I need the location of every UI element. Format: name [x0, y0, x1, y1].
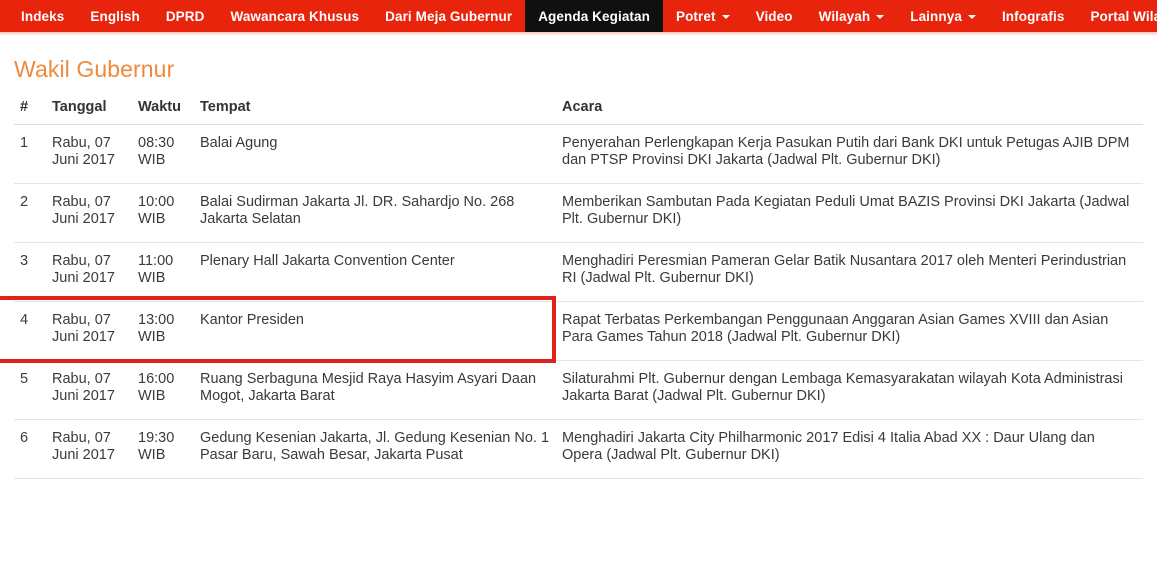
nav-item-label: Wilayah: [818, 8, 871, 24]
column-header-acara: Acara: [556, 99, 1143, 125]
cell-tempat: Ruang Serbaguna Mesjid Raya Hasyim Asyar…: [194, 360, 556, 420]
cell-tanggal: Rabu, 07 Juni 2017: [46, 183, 132, 243]
nav-item-label: Video: [755, 8, 793, 24]
nav-item-label: Infografis: [1001, 8, 1065, 24]
nav-item-label: Dari Meja Gubernur: [385, 8, 513, 24]
cell-number: 1: [14, 124, 46, 184]
column-header-tempat: Tempat: [194, 99, 556, 125]
cell-waktu: 16:00 WIB: [132, 360, 194, 420]
cell-tempat: Balai Agung: [194, 124, 556, 184]
cell-waktu: 19:30 WIB: [132, 419, 194, 479]
chevron-down-icon: [721, 15, 730, 19]
cell-waktu: 10:00 WIB: [132, 183, 194, 243]
column-header-number: #: [14, 99, 46, 125]
table-row[interactable]: 6 Rabu, 07 Juni 2017 19:30 WIB Gedung Kesen…: [14, 419, 1143, 479]
table-head: # Tanggal Waktu Tempat Acara: [14, 99, 1143, 125]
cell-number: 3: [14, 242, 46, 302]
page-title: Wakil Gubernur: [14, 56, 175, 82]
agenda-table: # Tanggal Waktu Tempat Acara 1 Rabu, 07 J…: [14, 99, 1143, 479]
cell-tanggal: Rabu, 07 Juni 2017: [46, 419, 132, 479]
cell-tanggal: Rabu, 07 Juni 2017: [46, 360, 132, 420]
nav-item-label: Wawancara Khusus: [230, 8, 360, 24]
cell-tempat: Plenary Hall Jakarta Convention Center: [194, 242, 556, 302]
nav-item-agenda-kegiatan[interactable]: Agenda Kegiatan: [525, 0, 663, 32]
cell-tanggal: Rabu, 07 Juni 2017: [46, 301, 132, 361]
main-navigation: Indeks English DPRD Wawancara Khusus Dari Me…: [0, 0, 1157, 32]
nav-item-potret[interactable]: Potret: [663, 0, 743, 32]
nav-item-label: Indeks: [21, 8, 65, 24]
table-header-row: # Tanggal Waktu Tempat Acara: [14, 99, 1143, 125]
cell-acara: Penyerahan Perlengkapan Kerja Pasukan Pu…: [556, 124, 1143, 184]
nav-item-label: DPRD: [165, 8, 205, 24]
cell-number: 6: [14, 419, 46, 479]
cell-tempat: Gedung Kesenian Jakarta, Jl. Gedung Kese…: [194, 419, 556, 479]
nav-item-label: Portal Wilayah: [1090, 8, 1157, 24]
table-row[interactable]: 1 Rabu, 07 Juni 2017 08:30 WIB Balai Agung P…: [14, 124, 1143, 184]
cell-waktu: 11:00 WIB: [132, 242, 194, 302]
nav-item-english[interactable]: English: [77, 0, 152, 32]
table-body: 1 Rabu, 07 Juni 2017 08:30 WIB Balai Agung P…: [14, 124, 1143, 479]
nav-item-label: English: [90, 8, 140, 24]
nav-item-label: Lainnya: [910, 8, 962, 24]
nav-item-portal-wilayah[interactable]: Portal Wilayah: [1077, 0, 1157, 32]
nav-item-wawancara-khusus[interactable]: Wawancara Khusus: [217, 0, 372, 32]
column-header-waktu: Waktu: [132, 99, 194, 125]
agenda-table-container: # Tanggal Waktu Tempat Acara 1 Rabu, 07 J…: [0, 99, 1157, 479]
cell-acara: Menghadiri Jakarta City Philharmonic 201…: [556, 419, 1143, 479]
nav-item-wilayah[interactable]: Wilayah: [806, 0, 898, 32]
nav-item-dari-meja-gubernur[interactable]: Dari Meja Gubernur: [372, 0, 525, 32]
cell-acara: Rapat Terbatas Perkembangan Penggunaan A…: [556, 301, 1143, 361]
nav-item-video[interactable]: Video: [743, 0, 806, 32]
chevron-down-icon: [967, 15, 976, 19]
nav-item-label: Potret: [675, 8, 716, 24]
cell-number: 2: [14, 183, 46, 243]
cell-tanggal: Rabu, 07 Juni 2017: [46, 242, 132, 302]
cell-number: 4: [14, 301, 46, 361]
nav-item-indeks[interactable]: Indeks: [8, 0, 77, 32]
cell-tanggal: Rabu, 07 Juni 2017: [46, 124, 132, 184]
table-row[interactable]: 5 Rabu, 07 Juni 2017 16:00 WIB Ruang Serbag…: [14, 360, 1143, 420]
nav-item-infografis[interactable]: Infografis: [989, 0, 1078, 32]
nav-item-label: Agenda Kegiatan: [538, 8, 650, 24]
cell-acara: Silaturahmi Plt. Gubernur dengan Lembaga…: [556, 360, 1143, 420]
cell-number: 5: [14, 360, 46, 420]
nav-item-lainnya[interactable]: Lainnya: [897, 0, 989, 32]
cell-tempat: Kantor Presiden: [194, 301, 556, 361]
cell-waktu: 08:30 WIB: [132, 124, 194, 184]
column-header-tanggal: Tanggal: [46, 99, 132, 125]
cell-acara: Memberikan Sambutan Pada Kegiatan Peduli…: [556, 183, 1143, 243]
cell-acara: Menghadiri Peresmian Pameran Gelar Batik…: [556, 242, 1143, 302]
nav-item-dprd[interactable]: DPRD: [153, 0, 218, 32]
chevron-down-icon: [876, 15, 885, 19]
cell-tempat: Balai Sudirman Jakarta Jl. DR. Sahardjo …: [194, 183, 556, 243]
cell-waktu: 13:00 WIB: [132, 301, 194, 361]
table-row[interactable]: 4 Rabu, 07 Juni 2017 13:00 WIB Kantor Presi…: [14, 301, 1143, 361]
table-row[interactable]: 2 Rabu, 07 Juni 2017 10:00 WIB Balai Sudirm…: [14, 183, 1143, 243]
table-row[interactable]: 3 Rabu, 07 Juni 2017 11:00 WIB Plenary Hall…: [14, 242, 1143, 302]
